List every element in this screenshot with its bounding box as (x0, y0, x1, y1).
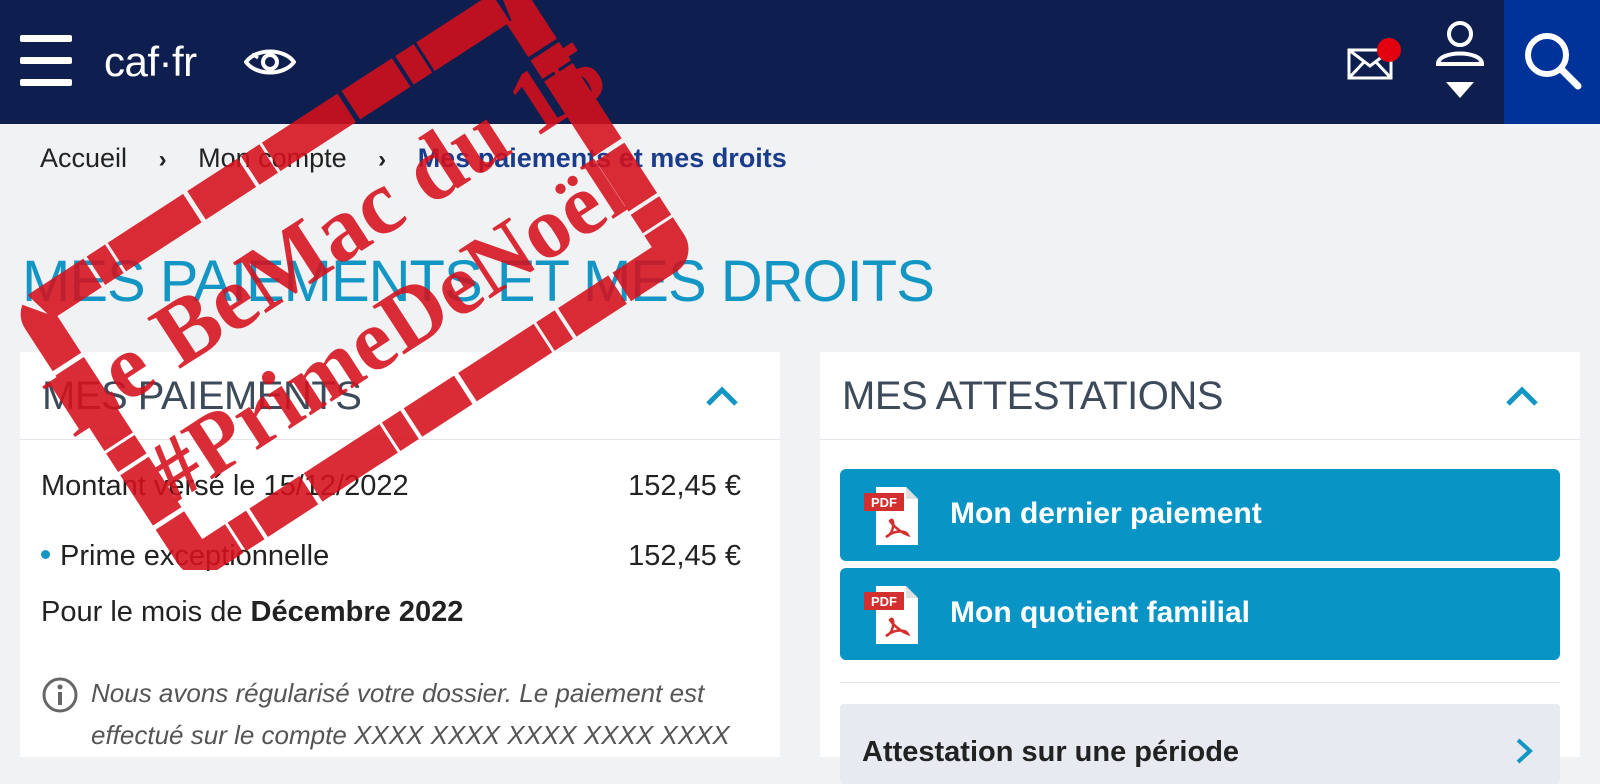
payment-month-value: Décembre 2022 (250, 596, 464, 628)
eye-icon[interactable] (244, 44, 296, 80)
pdf-icon: PDF (864, 487, 918, 545)
quotient-label: Mon quotient familial (950, 596, 1250, 629)
attestations-card: MES ATTESTATIONS PDF Mon dernier paiemen… (820, 352, 1580, 784)
notification-badge (1377, 38, 1401, 62)
payment-month-prefix: Pour le mois de (41, 596, 251, 628)
chevron-right-icon: › (158, 146, 167, 173)
user-icon[interactable] (1432, 20, 1488, 104)
search-button[interactable] (1504, 0, 1600, 124)
quotient-pdf-button[interactable]: PDF Mon quotient familial (840, 568, 1560, 660)
payment-amount-value: 152,45 € (628, 470, 741, 502)
payment-item-row: Prime exceptionnelle 152,45 € (41, 540, 741, 573)
chevron-right-icon (1516, 738, 1533, 764)
breadcrumb-account[interactable]: Mon compte (198, 143, 347, 174)
info-line-1: Nous avons régularisé votre dossier. Le … (91, 678, 705, 708)
period-attestation-item[interactable]: Attestation sur une période (840, 704, 1560, 784)
payment-month: Pour le mois de Décembre 2022 (41, 596, 741, 629)
payment-info-note: Nous avons régularisé votre dossier. Le … (41, 672, 761, 756)
attestations-card-header[interactable]: MES ATTESTATIONS (820, 352, 1580, 440)
page-title: MES PAIEMENTS ET MES DROITS (22, 249, 935, 314)
breadcrumb-current: Mes paiements et mes droits (417, 143, 787, 173)
last-payment-pdf-button[interactable]: PDF Mon dernier paiement (840, 469, 1560, 561)
attestations-title: MES ATTESTATIONS (842, 374, 1223, 418)
period-attestation-label: Attestation sur une période (862, 736, 1240, 768)
search-icon (1525, 33, 1582, 90)
menu-icon[interactable] (20, 35, 72, 87)
payments-title: MES PAIEMENTS (42, 374, 362, 418)
svg-text:PDF: PDF (871, 495, 897, 510)
info-icon (42, 677, 78, 713)
chevron-right-icon: › (378, 146, 387, 173)
payment-amount-row: Montant versé le 15/12/2022 152,45 € (41, 470, 741, 503)
breadcrumb: Accueil › Mon compte › Mes paiements et … (40, 143, 787, 174)
payments-card-header[interactable]: MES PAIEMENTS (20, 352, 780, 440)
chevron-up-icon[interactable] (704, 384, 740, 408)
chevron-up-icon[interactable] (1504, 384, 1540, 408)
info-line-2: effectué sur le compte XXXX XXXX XXXX XX… (91, 720, 730, 750)
payment-item-label: Prime exceptionnelle (60, 540, 330, 572)
last-payment-label: Mon dernier paiement (950, 497, 1262, 530)
caf-logo[interactable]: caf·fr (104, 38, 197, 86)
pdf-icon: PDF (864, 586, 918, 644)
bullet-icon (41, 549, 50, 559)
payment-amount-label: Montant versé le 15/12/2022 (41, 470, 409, 502)
payments-card: MES PAIEMENTS Montant versé le 15/12/202… (20, 352, 780, 757)
payment-item-value: 152,45 € (628, 540, 741, 572)
divider (840, 682, 1560, 683)
top-header: caf·fr (0, 0, 1600, 124)
svg-text:PDF: PDF (871, 594, 897, 609)
breadcrumb-home[interactable]: Accueil (40, 143, 127, 174)
